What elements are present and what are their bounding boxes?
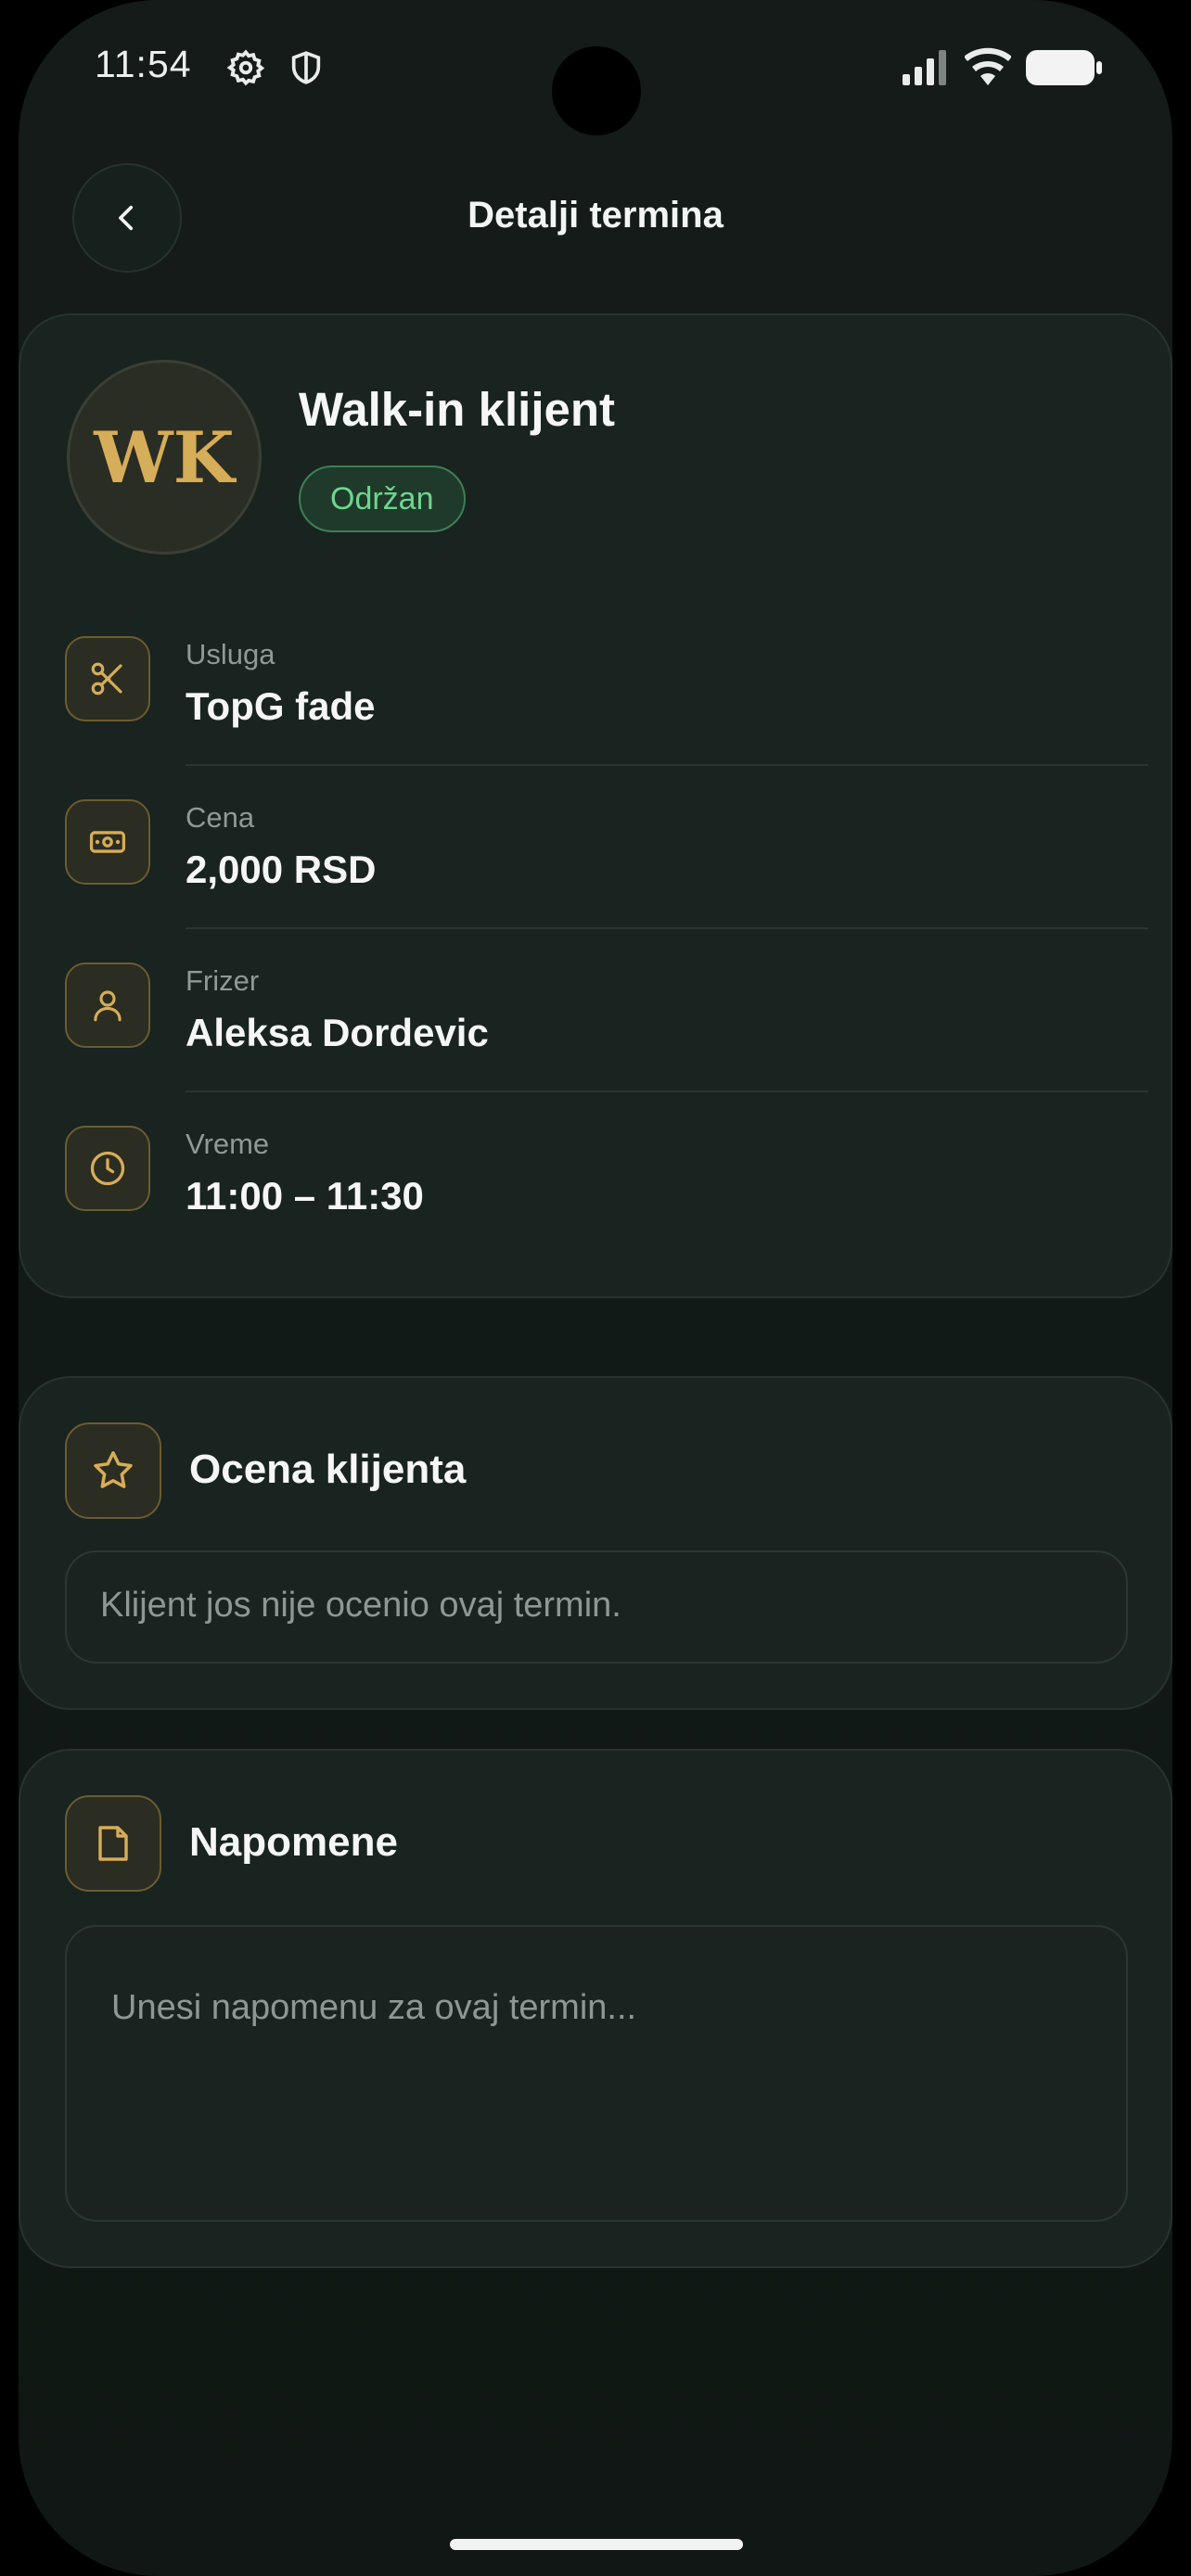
notes-card: Napomene [19,1749,1172,2268]
settings-icon [226,48,265,92]
time-label: Vreme [186,1128,270,1160]
home-indicator[interactable] [450,2539,743,2550]
client-avatar: WK [67,360,262,555]
barber-value: Aleksa Dordevic [186,1011,489,1054]
note-icon [65,1795,161,1892]
divider [186,764,1148,766]
barber-label: Frizer [186,964,260,997]
cash-icon [65,799,150,885]
rating-message: Klijent jos nije ocenio ovaj termin. [100,1586,621,1625]
rating-card: Ocena klijenta Klijent jos nije ocenio o… [19,1376,1172,1710]
status-badge: Održan [299,465,466,532]
phone-screen: 11:54 Detalji termina WK Walk-in klijent… [19,0,1172,2576]
notes-input[interactable] [67,1927,1126,2220]
notes-title: Napomene [189,1819,398,1865]
price-label: Cena [186,801,255,834]
divider [186,1090,1148,1092]
detail-row-price: Cena 2,000 RSD [65,799,1148,963]
detail-row-barber: Frizer Aleksa Dordevic [65,963,1148,1126]
status-time: 11:54 [95,43,192,85]
clock-icon [65,1126,150,1211]
detail-row-time: Vreme 11:00 – 11:30 [65,1126,1148,1289]
signal-icon [903,50,951,90]
appointment-card: WK Walk-in klijent Održan Usluga TopG fa… [19,313,1172,1298]
wifi-icon [964,46,1012,90]
price-value: 2,000 RSD [186,848,377,891]
divider [186,927,1148,929]
notes-box [65,1925,1128,2222]
rating-title: Ocena klijenta [189,1447,467,1492]
rating-message-box: Klijent jos nije ocenio ovaj termin. [65,1550,1128,1664]
scissors-icon [65,636,150,721]
time-value: 11:00 – 11:30 [186,1174,424,1218]
battery-icon [1026,50,1102,90]
shield-icon [288,48,325,92]
client-name: Walk-in klijent [299,383,615,436]
detail-row-service: Usluga TopG fade [65,636,1148,799]
star-icon [65,1422,161,1519]
service-label: Usluga [186,638,275,670]
service-value: TopG fade [186,684,376,728]
front-camera [552,46,641,135]
person-icon [65,963,150,1048]
page-title: Detalji termina [467,195,724,236]
